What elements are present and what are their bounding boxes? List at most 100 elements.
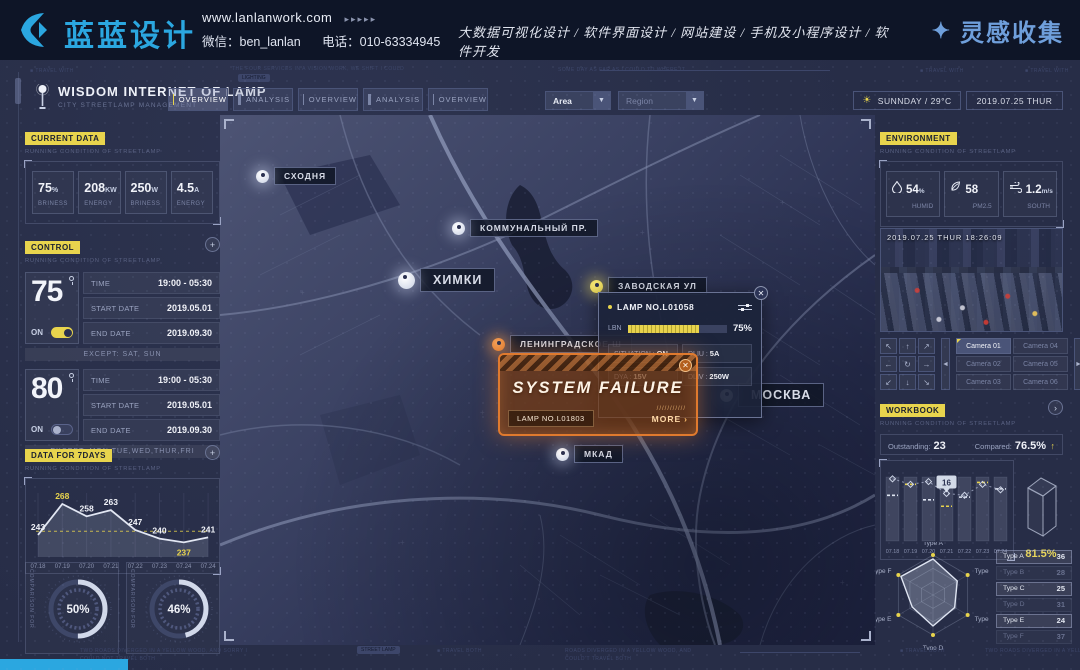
time-row[interactable]: TIME19:00 - 05:30 [83, 272, 220, 294]
tab-label: OVERVIEW [179, 95, 227, 104]
row-value: 19:00 - 05:30 [158, 278, 212, 288]
tab-overview-2[interactable]: OVERVIEW [298, 88, 358, 111]
start-date-row[interactable]: START DATE2019.05.01 [83, 297, 220, 319]
expand-arrow-icon[interactable]: › [1048, 400, 1063, 415]
expand-plus-icon[interactable]: + [205, 237, 220, 252]
tab-analysis-2[interactable]: ANALYSIS [363, 88, 423, 111]
city-map[interactable]: +++ +++ СХОДНЯ КОММУНАЛЬНЫЙ ПР. ХИМКИ [220, 115, 875, 645]
env-value: 58 [965, 184, 978, 196]
sliders-icon[interactable] [738, 303, 752, 312]
expand-plus-icon[interactable]: + [205, 445, 220, 460]
type-row-d[interactable]: Type D31 [996, 598, 1072, 612]
left-rail-handle[interactable] [15, 78, 21, 104]
type-row-c[interactable]: Type C25 [996, 582, 1072, 596]
camera-prev-icon[interactable]: ◄ [941, 338, 950, 390]
inspiration-collect[interactable]: ✦ 灵感收集 [932, 13, 1064, 48]
type-label: Type B [1003, 569, 1024, 576]
type-label: Type D [1003, 601, 1025, 608]
tab-label: OVERVIEW [439, 95, 487, 104]
workbook-panel: WORKBOOK › RUNNING CONDITION OF STREETLA… [880, 400, 1063, 560]
map-pin-khimki[interactable]: ХИМКИ [398, 268, 495, 292]
pan-right-icon[interactable]: → [918, 356, 935, 372]
close-icon[interactable]: ✕ [679, 359, 692, 372]
camera-04-button[interactable]: Camera 04 [1013, 338, 1068, 354]
lamp-icon [69, 276, 74, 281]
camera-next-icon[interactable]: ► [1074, 338, 1080, 390]
left-rail [18, 72, 19, 642]
start-date-row[interactable]: START DATE2019.05.01 [83, 394, 220, 416]
reset-view-icon[interactable]: ↻ [899, 356, 916, 372]
lamp-pin-icon [556, 448, 569, 461]
type-value: 24 [1057, 616, 1065, 625]
workbook-stats: Outstanding:23 Compared:76.5% ↑ [880, 434, 1063, 455]
area-select[interactable]: Area ▼ [545, 91, 611, 110]
camera-03-button[interactable]: Camera 03 [956, 374, 1011, 390]
stat-unit: W [151, 187, 158, 194]
schedule-toggle[interactable] [51, 424, 73, 435]
tab-analysis-1[interactable]: ANALYSIS [233, 88, 293, 111]
map-pin-kommunalny[interactable]: КОММУНАЛЬНЫЙ ПР. [452, 219, 598, 237]
droplet-icon [892, 180, 902, 198]
region-select[interactable]: Region ▼ [618, 91, 704, 110]
env-caption: SOUTH [1009, 203, 1056, 210]
stat-unit: KW [105, 187, 117, 194]
on-label: ON [31, 425, 43, 434]
end-date-row[interactable]: END DATE2019.09.30 [83, 419, 220, 441]
close-icon[interactable]: ✕ [754, 286, 768, 300]
camera-01-button[interactable]: Camera 01 [956, 338, 1011, 354]
alert-lamp-id: LAMP NO.L01803 [508, 410, 594, 427]
field-value: 5A [710, 349, 720, 358]
status-dot [608, 305, 612, 309]
stat-card-briness: 75% BRINESS [32, 171, 74, 214]
camera-02-button[interactable]: Camera 02 [956, 356, 1011, 372]
lbn-label: LBN [608, 325, 622, 332]
time-row[interactable]: TIME19:00 - 05:30 [83, 369, 220, 391]
phone-contact: 电话：010-63334945 [322, 35, 440, 49]
panel-subtitle: RUNNING CONDITION OF STREETLAMP [880, 149, 1063, 155]
pan-up-icon[interactable]: ↑ [899, 338, 916, 354]
system-failure-alert: ✕ SYSTEM FAILURE /////////// LAMP NO.L01… [498, 353, 698, 436]
pan-down-right-icon[interactable]: ↘ [918, 374, 935, 390]
pan-up-left-icon[interactable]: ↖ [880, 338, 897, 354]
camera-05-button[interactable]: Camera 05 [1013, 356, 1068, 372]
camera-feed[interactable]: 2019.07.25 THUR 18:26:09 [880, 228, 1063, 332]
screen: 蓝蓝设计 www.lanlanwork.com ▸▸▸▸▸ 微信：ben_lan… [0, 0, 1080, 670]
type-row-b[interactable]: Type B28 [996, 566, 1072, 580]
svg-text:50%: 50% [66, 604, 89, 616]
stat-caption: BRINESS [131, 201, 166, 207]
pan-down-icon[interactable]: ↓ [899, 374, 916, 390]
tab-bar: OVERVIEW ANALYSIS OVERVIEW ANALYSIS OVER… [168, 88, 488, 111]
more-button[interactable]: MORE› [652, 414, 688, 424]
website-link[interactable]: www.lanlanwork.com [202, 10, 332, 25]
brand-banner: 蓝蓝设计 www.lanlanwork.com ▸▸▸▸▸ 微信：ben_lan… [0, 0, 1080, 60]
stat-unit: % [52, 187, 58, 194]
brightness-bar[interactable] [628, 325, 727, 333]
type-row-e[interactable]: Type E24 [996, 614, 1072, 628]
type-row-a[interactable]: Type A36 [996, 550, 1072, 564]
alert-title: SYSTEM FAILURE [500, 379, 696, 398]
tab-overview-3[interactable]: OVERVIEW [428, 88, 488, 111]
on-label: ON [31, 328, 43, 337]
sparkle-star-icon: ✦ [932, 18, 952, 44]
row-value: 2019.09.30 [167, 328, 212, 338]
wechat-contact: 微信：ben_lanlan [202, 35, 301, 49]
map-corner-bracket [224, 631, 234, 641]
end-date-row[interactable]: END DATE2019.09.30 [83, 322, 220, 344]
svg-text:240: 240 [152, 526, 166, 536]
type-row-f[interactable]: Type F37 [996, 630, 1072, 644]
pan-down-left-icon[interactable]: ↙ [880, 374, 897, 390]
gauge-ring-right: 46% [139, 569, 219, 654]
pan-up-right-icon[interactable]: ↗ [918, 338, 935, 354]
tab-overview-1[interactable]: OVERVIEW [168, 88, 228, 111]
map-pin-mkad[interactable]: МКАД [556, 445, 623, 463]
panel-label: CURRENT DATA [25, 132, 105, 145]
wind-card: 1.2m/s SOUTH [1003, 171, 1057, 217]
control-panel: CONTROL + RUNNING CONDITION OF STREETLAM… [25, 237, 220, 458]
map-pin-skhodnya[interactable]: СХОДНЯ [256, 167, 336, 185]
stat-unit: A [194, 187, 199, 194]
schedule-toggle[interactable] [51, 327, 73, 338]
map-corner-bracket [861, 631, 871, 641]
pan-left-icon[interactable]: ← [880, 356, 897, 372]
lamp-pin-icon [256, 170, 269, 183]
camera-06-button[interactable]: Camera 06 [1013, 374, 1068, 390]
